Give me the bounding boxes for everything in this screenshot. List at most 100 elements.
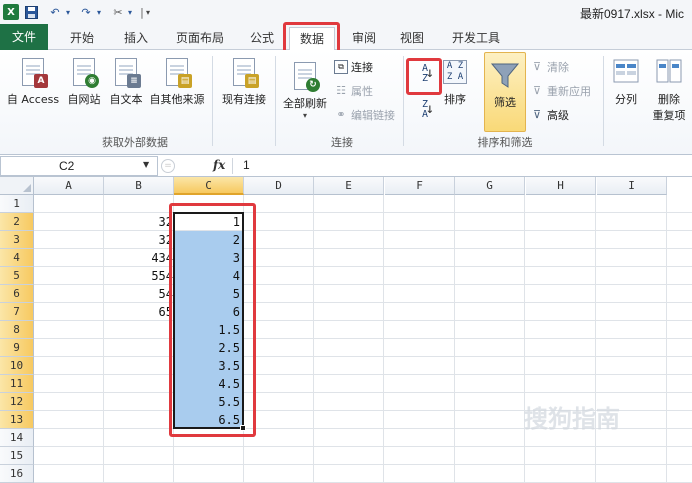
row-header-3[interactable]: 3 <box>0 231 34 249</box>
tab-view[interactable]: 视图 <box>392 27 432 50</box>
save-icon[interactable] <box>24 4 38 20</box>
worksheet-grid[interactable]: ABCDEFGHI 1 2 3 4 5 6 7 8 9 10 11 12 13 14 15 16 32 32 43… <box>0 177 692 483</box>
row-header-10[interactable]: 10 <box>0 357 34 375</box>
row-header-12[interactable]: 12 <box>0 393 34 411</box>
existing-connections-icon: ▤ <box>231 56 259 88</box>
formula-input[interactable]: 1 <box>243 158 250 172</box>
tab-home[interactable]: 开始 <box>60 27 104 50</box>
formula-bar-expand-icon[interactable]: = <box>161 159 175 173</box>
clear-filter-button: ⊽ 清除 <box>530 59 569 75</box>
filter-button[interactable]: 筛选 <box>484 52 526 132</box>
row-header-5[interactable]: 5 <box>0 267 34 285</box>
formula-bar: C2 ▼ = fx 1 <box>0 155 692 177</box>
cell-c10[interactable]: 3.5 <box>174 357 243 375</box>
name-box-dropdown-icon[interactable]: ▼ <box>143 160 149 169</box>
row-header-2[interactable]: 2 <box>0 213 34 231</box>
row-header-14[interactable]: 14 <box>0 429 34 447</box>
tab-file[interactable]: 文件 <box>0 24 48 50</box>
cell-c2[interactable]: 1 <box>174 213 243 231</box>
cell-c13[interactable]: 6.5 <box>174 411 243 429</box>
row-header-11[interactable]: 11 <box>0 375 34 393</box>
row-header-6[interactable]: 6 <box>0 285 34 303</box>
refresh-all-button[interactable]: ↻ 全部刷新 ▾ <box>280 60 330 120</box>
properties-button: ☷ 属性 <box>334 83 373 99</box>
existing-connections-button[interactable]: ▤ 现有连接 <box>218 56 270 107</box>
sort-descending-button[interactable]: ZA ↓ <box>413 98 435 124</box>
name-box[interactable]: C2 ▼ <box>0 156 158 176</box>
tab-developer[interactable]: 开发工具 <box>446 27 506 50</box>
tab-formulas[interactable]: 公式 <box>240 27 284 50</box>
sort-button[interactable]: A ZZ A 排序 <box>440 58 470 107</box>
grid-line-horizontal <box>34 392 692 393</box>
reapply-icon: ⊽ <box>532 84 542 97</box>
cell-b4[interactable]: 434 <box>104 249 173 267</box>
from-access-button[interactable]: A 自 Access <box>4 56 62 107</box>
cell-c8[interactable]: 1.5 <box>174 321 243 339</box>
sort-ascending-button[interactable]: AZ ↓ <box>413 62 435 90</box>
cell-c7[interactable]: 6 <box>174 303 243 321</box>
cell-c4[interactable]: 3 <box>174 249 243 267</box>
cell-c6[interactable]: 5 <box>174 285 243 303</box>
tab-page-layout[interactable]: 页面布局 <box>166 27 234 50</box>
column-header-d[interactable]: D <box>244 177 314 195</box>
cell-c11[interactable]: 4.5 <box>174 375 243 393</box>
undo-icon[interactable]: ↶ <box>48 4 62 20</box>
tools-dropdown-icon[interactable]: ▾ <box>126 4 134 20</box>
other-sources-icon: ▤ <box>164 56 192 88</box>
sort-dialog-icon: A ZZ A <box>443 58 467 88</box>
column-header-g[interactable]: G <box>455 177 525 195</box>
column-header-a[interactable]: A <box>34 177 104 195</box>
row-header-4[interactable]: 4 <box>0 249 34 267</box>
tab-review[interactable]: 审阅 <box>342 27 386 50</box>
undo-dropdown-icon[interactable]: ▾ <box>64 4 72 20</box>
cell-b6[interactable]: 54 <box>104 285 173 303</box>
remove-duplicates-button[interactable]: 删除 重复项 <box>648 56 690 123</box>
column-header-b[interactable]: B <box>104 177 174 195</box>
select-all-corner[interactable] <box>0 177 34 195</box>
row-header-1[interactable]: 1 <box>0 195 34 213</box>
customize-tools-icon[interactable]: ✂ <box>110 4 126 20</box>
grid-line-vertical <box>313 195 314 483</box>
row-header-16[interactable]: 16 <box>0 465 34 483</box>
cell-b3[interactable]: 32 <box>104 231 173 249</box>
cell-b5[interactable]: 554 <box>104 267 173 285</box>
cell-c5[interactable]: 4 <box>174 267 243 285</box>
from-text-button[interactable]: ≡ 自文本 <box>106 56 146 107</box>
split-columns-icon <box>613 56 639 88</box>
grid-line-vertical <box>666 195 667 483</box>
ribbon-tabs: 文件 开始 插入 页面布局 公式 数据 审阅 视图 开发工具 <box>0 24 692 51</box>
row-header-13[interactable]: 13 <box>0 411 34 429</box>
web-icon: ◉ <box>71 56 99 88</box>
from-web-button[interactable]: ◉ 自网站 <box>64 56 104 107</box>
tab-data[interactable]: 数据 <box>289 27 335 51</box>
column-header-e[interactable]: E <box>314 177 384 195</box>
from-other-sources-button[interactable]: ▤ 自其他来源 <box>146 56 208 107</box>
fill-handle[interactable] <box>240 425 246 431</box>
customize-quick-access-icon[interactable]: ▾ <box>144 4 152 20</box>
row-header-9[interactable]: 9 <box>0 339 34 357</box>
column-header-c[interactable]: C <box>174 177 244 195</box>
insert-function-icon[interactable]: fx <box>213 158 225 172</box>
column-header-f[interactable]: F <box>385 177 455 195</box>
grid-line-vertical <box>243 195 244 483</box>
cell-b7[interactable]: 65 <box>104 303 173 321</box>
row-header-15[interactable]: 15 <box>0 447 34 465</box>
formula-bar-separator <box>232 158 233 174</box>
row-header-8[interactable]: 8 <box>0 321 34 339</box>
refresh-dropdown-icon[interactable]: ▾ <box>280 111 330 120</box>
row-header-7[interactable]: 7 <box>0 303 34 321</box>
grid-line-horizontal <box>34 446 692 447</box>
column-header-h[interactable]: H <box>526 177 596 195</box>
cell-b2[interactable]: 32 <box>104 213 173 231</box>
excel-logo-icon[interactable]: X <box>3 4 19 20</box>
advanced-filter-button[interactable]: ⊽ 高级 <box>530 107 569 123</box>
connections-button[interactable]: ⧉ 连接 <box>334 59 373 75</box>
redo-icon[interactable]: ↷ <box>79 4 93 20</box>
tab-insert[interactable]: 插入 <box>114 27 158 50</box>
cell-c3[interactable]: 2 <box>174 231 243 249</box>
redo-dropdown-icon[interactable]: ▾ <box>95 4 103 20</box>
cell-c9[interactable]: 2.5 <box>174 339 243 357</box>
cell-c12[interactable]: 5.5 <box>174 393 243 411</box>
column-header-i[interactable]: I <box>597 177 667 195</box>
text-to-columns-button[interactable]: 分列 <box>608 56 644 107</box>
